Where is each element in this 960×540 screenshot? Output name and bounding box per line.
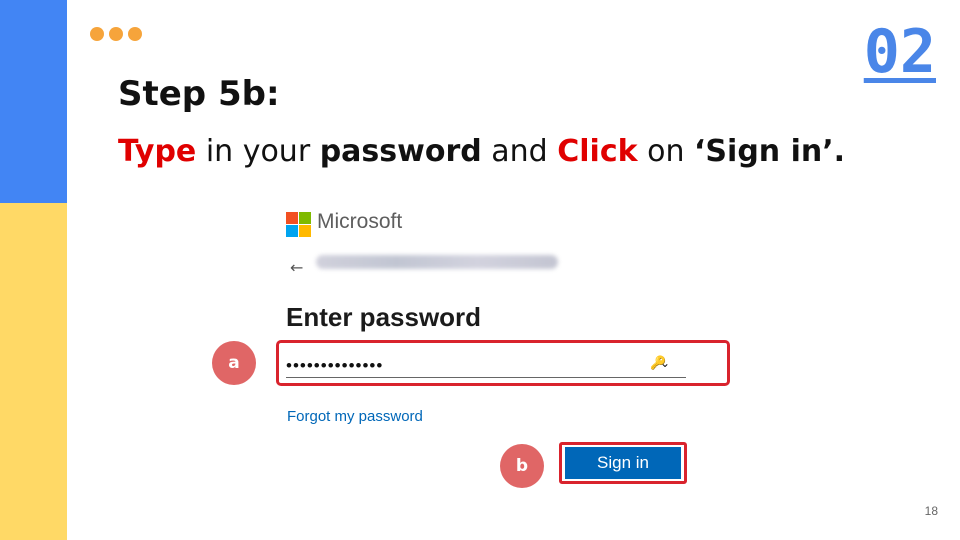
step-marker-a: a [212,341,256,385]
dot-icon [128,27,142,41]
side-bar-blue [0,0,67,203]
enter-password-heading: Enter password [286,302,482,332]
section-number: 02 [863,17,936,87]
chevron-down-icon[interactable]: ⌄ [660,356,670,370]
dot-icon [109,27,123,41]
page-number: 18 [924,504,938,518]
instruction-password: password [319,134,482,169]
instruction-text: Type in your password and Click on ‘Sign… [118,134,845,169]
password-input[interactable] [286,348,686,378]
step-marker-b: b [500,444,544,488]
instruction-fragment: on [637,134,695,169]
instruction-fragment: in your [196,134,320,169]
step-title: Step 5b: [118,74,280,114]
logo-square-red [286,212,298,224]
instruction-fragment: and [481,134,558,169]
instruction-type: Type [118,134,197,169]
instruction-click: Click [557,134,638,169]
logo-square-blue [286,225,298,237]
dot-icon [90,27,104,41]
microsoft-logo-icon [286,212,311,237]
blurred-email [316,255,558,269]
microsoft-brand-name: Microsoft [317,210,403,233]
sign-in-button[interactable]: Sign in [565,447,681,479]
back-arrow-icon[interactable]: ← [290,258,303,277]
side-bar-yellow [0,203,67,540]
logo-square-green [299,212,311,224]
logo-square-yellow [299,225,311,237]
forgot-password-link[interactable]: Forgot my password [287,408,423,425]
decorative-dots [90,27,142,41]
instruction-signin: ‘Sign in’. [694,134,846,169]
